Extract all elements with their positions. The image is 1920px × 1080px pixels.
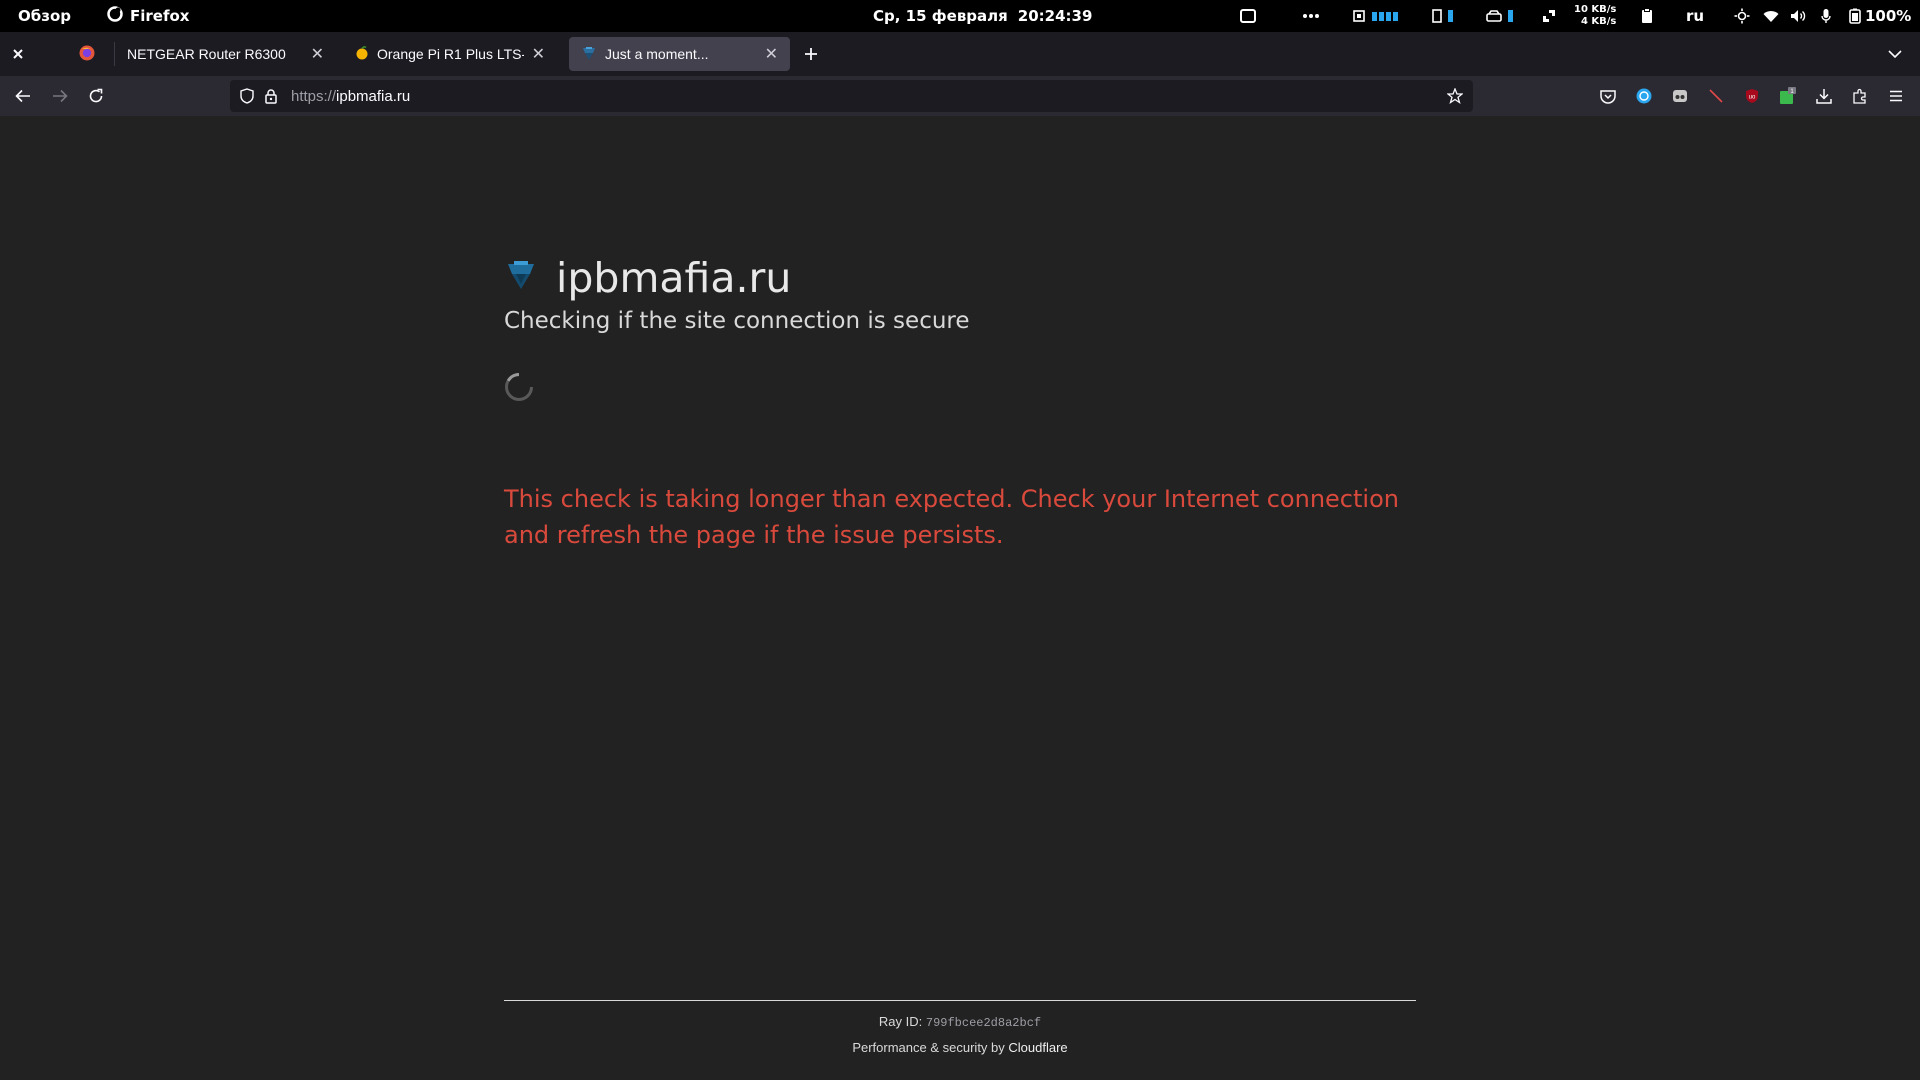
page-subtitle: Checking if the site connection is secur… [504, 308, 970, 334]
close-tab-icon[interactable]: ✕ [765, 44, 778, 64]
tracking-protection-icon[interactable] [240, 88, 254, 104]
timeout-warning: This check is taking longer than expecte… [504, 485, 1399, 549]
downloads-icon[interactable] [1812, 84, 1836, 108]
bookmark-star-icon[interactable] [1447, 88, 1463, 104]
pocket-icon[interactable] [1596, 84, 1620, 108]
tab-label: Just a moment... [605, 46, 709, 62]
night-light-icon[interactable] [1734, 0, 1750, 32]
url-bar[interactable]: https://ipbmafia.ru [230, 80, 1473, 112]
firefox-app-icon [107, 6, 123, 26]
time-label: 20:24:39 [1017, 7, 1093, 25]
battery-indicator[interactable]: 100% [1849, 0, 1911, 32]
battery-percent: 100% [1865, 7, 1912, 25]
ray-id-row: Ray ID: 799fbcee2d8a2bcf [504, 1014, 1416, 1030]
ray-id-label: Ray ID: [878, 1014, 923, 1029]
tampermonkey-icon[interactable] [1668, 84, 1692, 108]
date-label: Ср, 15 февраля [873, 7, 1008, 25]
close-tab-icon[interactable]: ✕ [532, 44, 545, 64]
extensions-puzzle-icon[interactable] [1848, 84, 1872, 108]
tab-strip: NETGEAR Router R6300 ✕ Orange Pi R1 Plus… [0, 32, 1920, 76]
tab-just-a-moment[interactable]: Just a moment... ✕ [569, 37, 790, 71]
memory-monitor[interactable] [1432, 0, 1453, 32]
tab-label: NETGEAR Router R6300 [127, 46, 286, 62]
loading-spinner-icon [504, 372, 534, 402]
network-monitor-icon[interactable] [1541, 0, 1557, 32]
battery-icon [1849, 8, 1861, 24]
cpu-icon [1352, 9, 1366, 23]
tab-netgear[interactable]: NETGEAR Router R6300 ✕ [115, 37, 336, 71]
clipboard-icon[interactable] [1641, 0, 1653, 32]
extension-badge-icon[interactable]: 1 [1776, 84, 1800, 108]
page-footer: Ray ID: 799fbcee2d8a2bcf Performance & s… [504, 1014, 1416, 1055]
reload-icon[interactable] [84, 84, 108, 108]
back-icon[interactable] [11, 84, 35, 108]
disk-usage-bar [1508, 10, 1513, 22]
window-overview-icon[interactable] [1240, 0, 1256, 32]
site-name: ipbmafia.ru [556, 254, 792, 302]
performance-text: Performance & security by [852, 1040, 1005, 1055]
firefox-icon [79, 45, 95, 64]
close-tab-icon[interactable]: ✕ [311, 44, 324, 64]
microphone-icon[interactable] [1821, 0, 1831, 32]
url-host: ipbmafia.ru [336, 87, 411, 105]
new-tab-icon[interactable] [799, 42, 823, 66]
site-logo-icon [581, 45, 597, 64]
app-menu[interactable]: Firefox [107, 6, 189, 26]
list-all-tabs-icon[interactable] [1883, 42, 1907, 66]
keyboard-layout[interactable]: ru [1686, 0, 1704, 32]
url-scheme: https:// [291, 87, 337, 105]
ublock-origin-icon[interactable]: uo [1740, 84, 1764, 108]
volume-icon[interactable] [1790, 0, 1806, 32]
tab-label: Orange Pi R1 Plus LTS-orange [377, 46, 524, 62]
activities-button[interactable]: Обзор [18, 7, 71, 25]
navigation-toolbar: https://ipbmafia.ru uo 1 [0, 76, 1920, 116]
clock[interactable]: Ср, 15 февраля 20:24:39 [873, 0, 1092, 32]
memory-usage-bar [1448, 10, 1453, 22]
disabled-extension-icon[interactable] [1704, 84, 1728, 108]
orange-icon [355, 45, 369, 63]
hamburger-menu-icon[interactable] [1884, 84, 1908, 108]
footer-divider [504, 1000, 1416, 1001]
close-window-icon[interactable] [6, 42, 30, 66]
net-up-speed: 4 KB/s [1580, 16, 1617, 27]
disk-icon [1486, 10, 1502, 22]
forward-icon[interactable] [48, 84, 72, 108]
more-icon[interactable] [1302, 0, 1320, 32]
translate-extension-icon[interactable] [1632, 84, 1656, 108]
svg-text:uo: uo [1749, 95, 1756, 101]
app-name: Firefox [129, 7, 190, 25]
wifi-icon[interactable] [1763, 0, 1779, 32]
ray-id-value: 799fbcee2d8a2bcf [925, 1016, 1042, 1030]
cloudflare-link[interactable]: Cloudflare [1008, 1040, 1067, 1055]
system-top-bar: Обзор Firefox Ср, 15 февраля 20:24:39 10… [0, 0, 1920, 32]
disk-monitor[interactable] [1486, 0, 1513, 32]
site-header: ipbmafia.ru [504, 254, 791, 302]
site-logo-icon [504, 254, 538, 302]
net-down-speed: 10 KB/s [1574, 4, 1617, 15]
cpu-usage-bars [1372, 11, 1398, 21]
memory-icon [1432, 9, 1442, 23]
lock-icon[interactable] [265, 88, 277, 104]
tab-pinned-firefox[interactable] [60, 37, 114, 71]
network-speed: 10 KB/s 4 KB/s [1574, 0, 1616, 32]
cpu-monitor[interactable] [1352, 0, 1398, 32]
url-text[interactable]: https://ipbmafia.ru [291, 88, 410, 105]
performance-row: Performance & security by Cloudflare [504, 1040, 1416, 1055]
tab-orange-pi[interactable]: Orange Pi R1 Plus LTS-orange ✕ [343, 37, 557, 71]
